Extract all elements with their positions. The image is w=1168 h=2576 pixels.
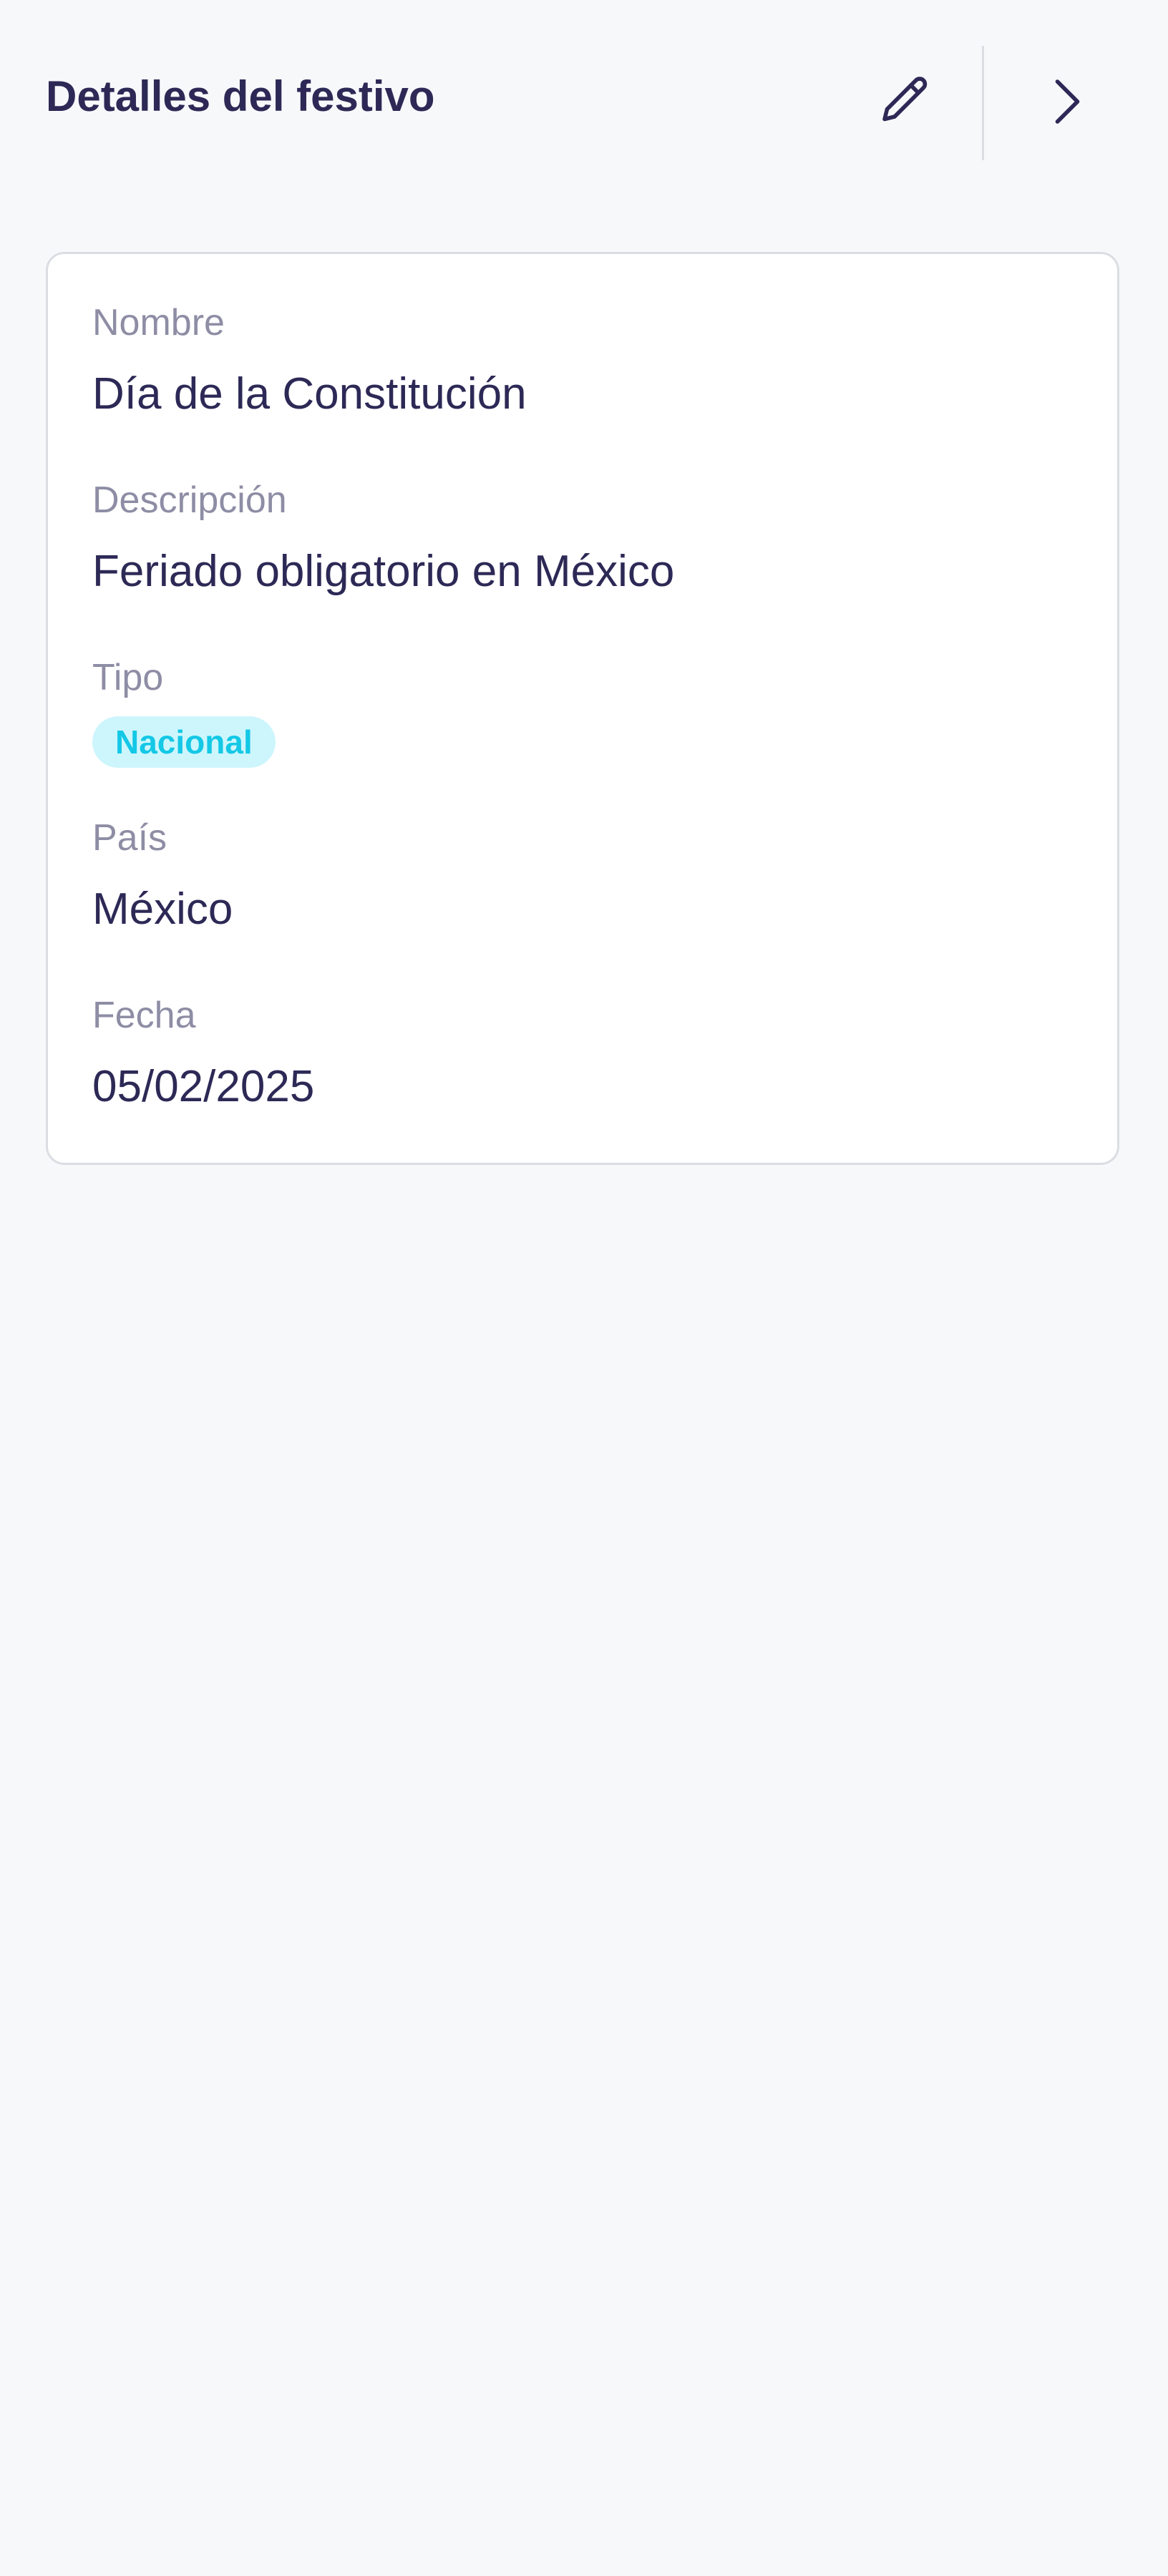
name-label: Nombre — [92, 302, 225, 343]
type-label: Tipo — [92, 657, 164, 698]
country-value: México — [92, 884, 233, 934]
holiday-details-card: Nombre Día de la Constitución Descripció… — [46, 252, 1119, 1165]
description-label: Descripción — [92, 479, 287, 521]
next-button[interactable] — [1025, 62, 1105, 142]
type-badge: Nacional — [92, 716, 276, 768]
chevron-right-icon — [1055, 79, 1080, 124]
edit-button[interactable] — [865, 62, 945, 142]
header-bar: Detalles del festivo — [0, 0, 1168, 206]
date-value: 05/02/2025 — [92, 1062, 315, 1111]
page-title: Detalles del festivo — [46, 72, 435, 120]
pencil-icon — [882, 77, 928, 122]
country-label: País — [92, 817, 167, 859]
header-divider — [982, 46, 984, 160]
date-label: Fecha — [92, 995, 196, 1036]
name-value: Día de la Constitución — [92, 369, 527, 419]
description-value: Feriado obligatorio en México — [92, 547, 675, 596]
